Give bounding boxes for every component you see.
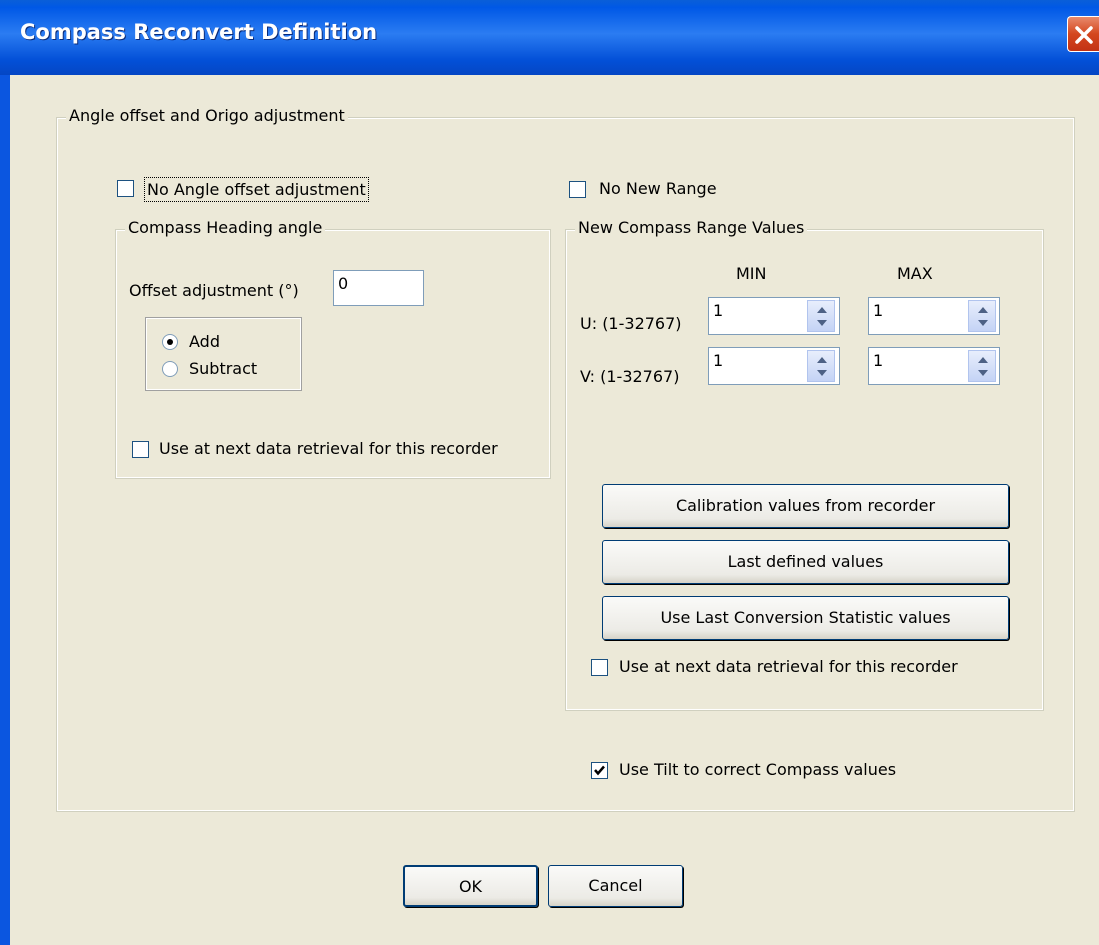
max-header: MAX <box>897 264 933 283</box>
v-range-label: V: (1-32767) <box>580 367 680 386</box>
no-angle-offset-label: No Angle offset adjustment <box>144 177 369 202</box>
no-angle-offset-checkbox[interactable] <box>117 180 134 197</box>
v-min-spinner[interactable] <box>807 350 835 382</box>
no-new-range-label: No New Range <box>599 179 717 198</box>
window-left-border <box>0 75 10 945</box>
window-title: Compass Reconvert Definition <box>20 20 378 44</box>
spin-down-icon <box>817 320 827 326</box>
checkmark-icon <box>594 765 605 776</box>
spin-up-icon <box>817 357 827 363</box>
calibration-values-button[interactable]: Calibration values from recorder <box>602 484 1009 528</box>
subtract-radio[interactable] <box>162 361 178 377</box>
no-new-range-checkbox[interactable] <box>569 181 586 198</box>
radio-selected-dot <box>167 339 173 345</box>
use-tilt-label: Use Tilt to correct Compass values <box>619 760 897 779</box>
close-icon <box>1075 26 1093 44</box>
spin-up-icon <box>817 307 827 313</box>
u-min-value: 1 <box>713 301 724 320</box>
spin-down-icon <box>978 370 988 376</box>
range-use-next-checkbox[interactable] <box>591 659 608 676</box>
angle-use-next-checkbox[interactable] <box>132 441 149 458</box>
compass-range-legend: New Compass Range Values <box>575 218 808 237</box>
ok-button[interactable]: OK <box>403 865 538 907</box>
spin-up-icon <box>978 307 988 313</box>
last-defined-values-button[interactable]: Last defined values <box>602 540 1009 584</box>
min-header: MIN <box>736 264 767 283</box>
u-min-spinner[interactable] <box>807 300 835 332</box>
u-range-label: U: (1-32767) <box>580 314 682 333</box>
range-use-next-label: Use at next data retrieval for this reco… <box>619 657 958 676</box>
add-radio[interactable] <box>162 334 178 350</box>
spin-down-icon <box>817 370 827 376</box>
offset-adjustment-label: Offset adjustment (°) <box>129 281 299 300</box>
spin-down-icon <box>978 320 988 326</box>
cancel-button[interactable]: Cancel <box>548 865 683 907</box>
add-label: Add <box>189 332 220 351</box>
u-max-value: 1 <box>873 301 884 320</box>
angle-use-next-label: Use at next data retrieval for this reco… <box>159 439 498 458</box>
offset-adjustment-input[interactable]: 0 <box>333 270 424 306</box>
angle-origo-group-legend: Angle offset and Origo adjustment <box>66 106 348 125</box>
v-max-value: 1 <box>873 351 884 370</box>
compass-heading-legend: Compass Heading angle <box>125 218 326 237</box>
subtract-label: Subtract <box>189 359 258 378</box>
v-min-value: 1 <box>713 351 724 370</box>
v-max-spinner[interactable] <box>968 350 996 382</box>
close-button[interactable] <box>1067 16 1099 52</box>
add-subtract-frame <box>145 317 302 391</box>
u-max-spinner[interactable] <box>968 300 996 332</box>
use-tilt-checkbox[interactable] <box>591 762 608 779</box>
last-conversion-statistic-button[interactable]: Use Last Conversion Statistic values <box>602 596 1009 640</box>
spin-up-icon <box>978 357 988 363</box>
